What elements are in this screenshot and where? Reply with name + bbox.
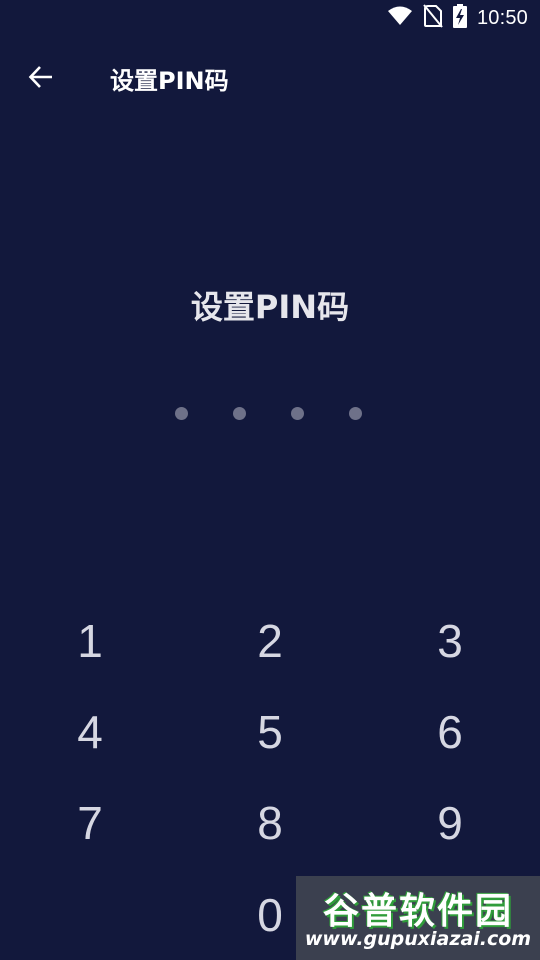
status-icons: 10:50 — [387, 4, 528, 32]
key-9[interactable]: 9 — [390, 778, 510, 868]
pin-dot — [233, 407, 246, 420]
key-8[interactable]: 8 — [210, 778, 330, 868]
pin-dots — [0, 407, 540, 421]
key-7[interactable]: 7 — [30, 778, 150, 868]
watermark-title: 谷普软件园 — [322, 891, 513, 932]
page-title: 设置PIN码 — [110, 67, 229, 95]
app-bar: 设置PIN码 — [0, 48, 540, 108]
status-time: 10:50 — [476, 6, 528, 29]
watermark-url: www.gupuxiazai.com — [304, 928, 532, 950]
pin-dot — [175, 407, 188, 420]
back-button[interactable] — [18, 56, 64, 102]
watermark: 谷普软件园 www.gupuxiazai.com — [296, 876, 540, 960]
wifi-icon — [387, 5, 413, 31]
key-6[interactable]: 6 — [390, 687, 510, 777]
key-5[interactable]: 5 — [210, 687, 330, 777]
no-sim-icon — [423, 4, 443, 32]
key-3[interactable]: 3 — [390, 596, 510, 686]
key-4[interactable]: 4 — [30, 687, 150, 777]
pin-prompt: 设置PIN码 — [190, 288, 350, 326]
status-bar: 10:50 — [0, 0, 540, 36]
pin-dot — [349, 407, 362, 420]
pin-dot — [291, 407, 304, 420]
key-1[interactable]: 1 — [30, 596, 150, 686]
arrow-left-icon — [28, 64, 54, 94]
key-2[interactable]: 2 — [210, 596, 330, 686]
battery-charging-icon — [452, 4, 467, 32]
